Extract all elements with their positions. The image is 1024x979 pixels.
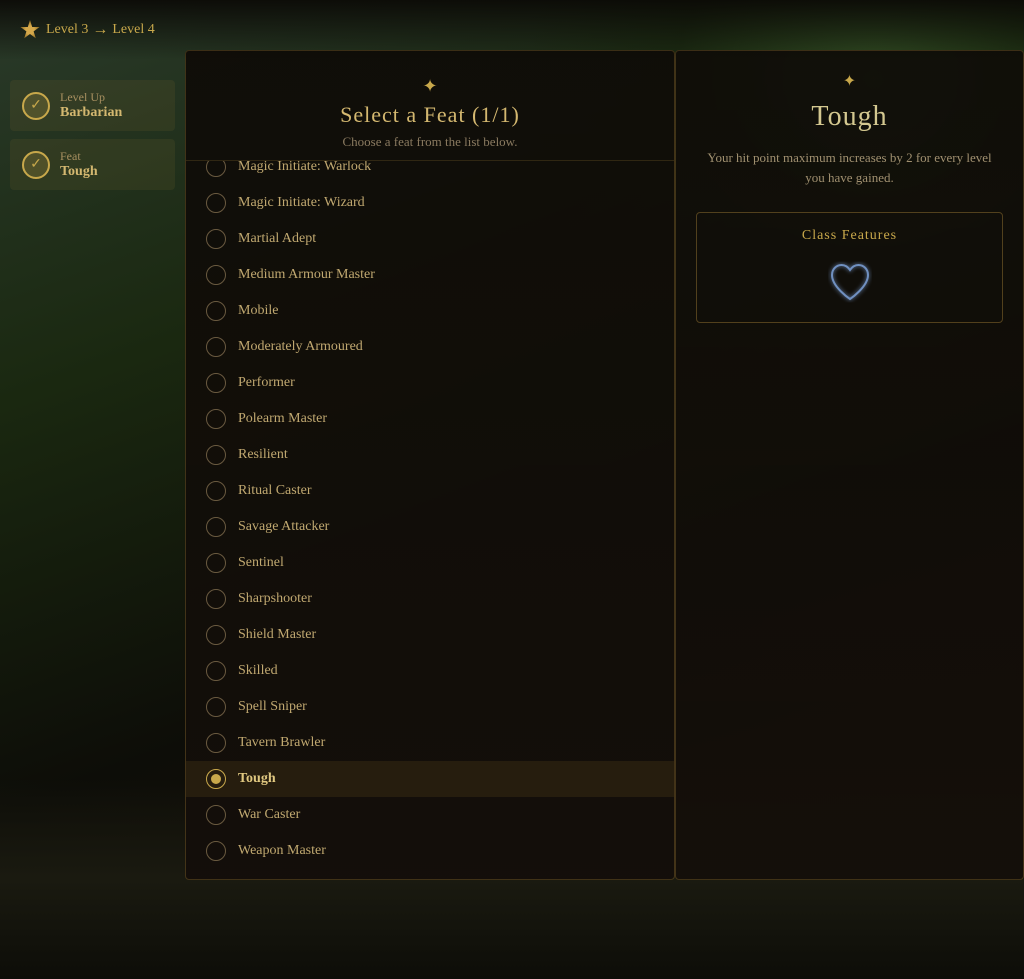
sidebar-text-feat: Feat Tough [60, 149, 98, 180]
level3-label: Level 3 [46, 22, 88, 38]
feat-name-spell-sniper: Spell Sniper [238, 699, 307, 715]
feat-name-martial-adept: Martial Adept [238, 231, 316, 247]
left-sidebar: ✓ Level Up Barbarian ✓ Feat Tough [0, 60, 185, 218]
feat-item-war-caster[interactable]: War Caster [186, 797, 674, 833]
radio-savage-attacker [206, 517, 226, 537]
feat-name-polearm-master: Polearm Master [238, 411, 327, 427]
radio-shield-master [206, 625, 226, 645]
feat-name-weapon-master: Weapon Master [238, 843, 326, 859]
feat-item-tavern-brawler[interactable]: Tavern Brawler [186, 725, 674, 761]
panel-ornament-top: ✦ [206, 76, 654, 97]
radio-war-caster [206, 805, 226, 825]
feat-item-shield-master[interactable]: Shield Master [186, 617, 674, 653]
feat-item-spell-sniper[interactable]: Spell Sniper [186, 689, 674, 725]
feat-name-magic-initiate-wizard: Magic Initiate: Wizard [238, 195, 365, 211]
sidebar-text-levelup: Level Up Barbarian [60, 90, 122, 121]
feat-item-tough[interactable]: Tough [186, 761, 674, 797]
level3-item: Level 3 [20, 20, 88, 40]
class-features-title: Class Features [712, 228, 987, 244]
check-circle-feat: ✓ [22, 151, 50, 179]
feat-item-martial-adept[interactable]: Martial Adept [186, 221, 674, 257]
level4-item: Level 4 [112, 22, 154, 38]
feat-name-tough: Tough [238, 771, 276, 787]
heart-with-cross-icon [826, 259, 874, 307]
panel-subtitle: Choose a feat from the list below. [206, 134, 654, 150]
sidebar-item-feat[interactable]: ✓ Feat Tough [10, 139, 175, 190]
radio-performer [206, 373, 226, 393]
sidebar-value-feat: Tough [60, 164, 98, 180]
radio-medium-armour-master [206, 265, 226, 285]
feat-item-performer[interactable]: Performer [186, 365, 674, 401]
feat-name-ritual-caster: Ritual Caster [238, 483, 312, 499]
feat-name-savage-attacker: Savage Attacker [238, 519, 329, 535]
feat-item-savage-attacker[interactable]: Savage Attacker [186, 509, 674, 545]
radio-magic-initiate-wizard [206, 193, 226, 213]
feat-item-magic-initiate-warlock[interactable]: Magic Initiate: Warlock [186, 161, 674, 185]
feat-name-medium-armour-master: Medium Armour Master [238, 267, 375, 283]
panel-title: Select a Feat (1/1) [206, 102, 654, 128]
radio-tough [206, 769, 226, 789]
level-arrow: → [92, 21, 108, 39]
checkmark-feat: ✓ [30, 156, 42, 173]
class-features-section: Class Features [696, 212, 1003, 323]
feat-item-polearm-master[interactable]: Polearm Master [186, 401, 674, 437]
top-nav: Level 3 → Level 4 [0, 0, 1024, 60]
radio-resilient [206, 445, 226, 465]
radio-sentinel [206, 553, 226, 573]
feat-name-skilled: Skilled [238, 663, 278, 679]
feat-name-sentinel: Sentinel [238, 555, 284, 571]
sidebar-value-levelup: Barbarian [60, 105, 122, 121]
radio-weapon-master [206, 841, 226, 861]
feat-item-sharpshooter[interactable]: Sharpshooter [186, 581, 674, 617]
feat-name-tavern-brawler: Tavern Brawler [238, 735, 325, 751]
feat-list: Lightly ArmouredLuckyMage SlayerMagic In… [186, 161, 674, 879]
panel-header: ✦ Select a Feat (1/1) Choose a feat from… [186, 51, 674, 161]
sidebar-item-levelup[interactable]: ✓ Level Up Barbarian [10, 80, 175, 131]
radio-magic-initiate-warlock [206, 161, 226, 177]
feat-name-moderately-armoured: Moderately Armoured [238, 339, 363, 355]
feat-item-medium-armour-master[interactable]: Medium Armour Master [186, 257, 674, 293]
detail-ornament: ✦ [696, 71, 1003, 91]
sidebar-label-levelup: Level Up [60, 90, 122, 105]
radio-ritual-caster [206, 481, 226, 501]
feat-item-ritual-caster[interactable]: Ritual Caster [186, 473, 674, 509]
radio-tavern-brawler [206, 733, 226, 753]
feat-item-moderately-armoured[interactable]: Moderately Armoured [186, 329, 674, 365]
detail-title: Tough [696, 101, 1003, 133]
feat-item-magic-initiate-wizard[interactable]: Magic Initiate: Wizard [186, 185, 674, 221]
feat-item-sentinel[interactable]: Sentinel [186, 545, 674, 581]
detail-description: Your hit point maximum increases by 2 fo… [696, 148, 1003, 187]
feat-item-mobile[interactable]: Mobile [186, 293, 674, 329]
main-panel: ✦ Select a Feat (1/1) Choose a feat from… [185, 50, 675, 880]
feat-name-magic-initiate-warlock: Magic Initiate: Warlock [238, 161, 371, 175]
sidebar-label-feat: Feat [60, 149, 98, 164]
detail-panel: ✦ Tough Your hit point maximum increases… [675, 50, 1024, 880]
feat-name-performer: Performer [238, 375, 295, 391]
checkmark-levelup: ✓ [30, 97, 42, 114]
feat-name-mobile: Mobile [238, 303, 278, 319]
radio-inner-tough [211, 774, 221, 784]
level-icon [20, 20, 40, 40]
class-feature-icon [712, 259, 987, 307]
radio-spell-sniper [206, 697, 226, 717]
radio-mobile [206, 301, 226, 321]
radio-polearm-master [206, 409, 226, 429]
radio-moderately-armoured [206, 337, 226, 357]
feat-name-sharpshooter: Sharpshooter [238, 591, 312, 607]
feat-item-resilient[interactable]: Resilient [186, 437, 674, 473]
feat-name-resilient: Resilient [238, 447, 288, 463]
radio-sharpshooter [206, 589, 226, 609]
feat-item-weapon-master[interactable]: Weapon Master [186, 833, 674, 869]
level4-label: Level 4 [112, 22, 154, 38]
check-circle-levelup: ✓ [22, 92, 50, 120]
feat-name-war-caster: War Caster [238, 807, 300, 823]
feat-name-shield-master: Shield Master [238, 627, 316, 643]
feat-item-skilled[interactable]: Skilled [186, 653, 674, 689]
radio-skilled [206, 661, 226, 681]
radio-martial-adept [206, 229, 226, 249]
